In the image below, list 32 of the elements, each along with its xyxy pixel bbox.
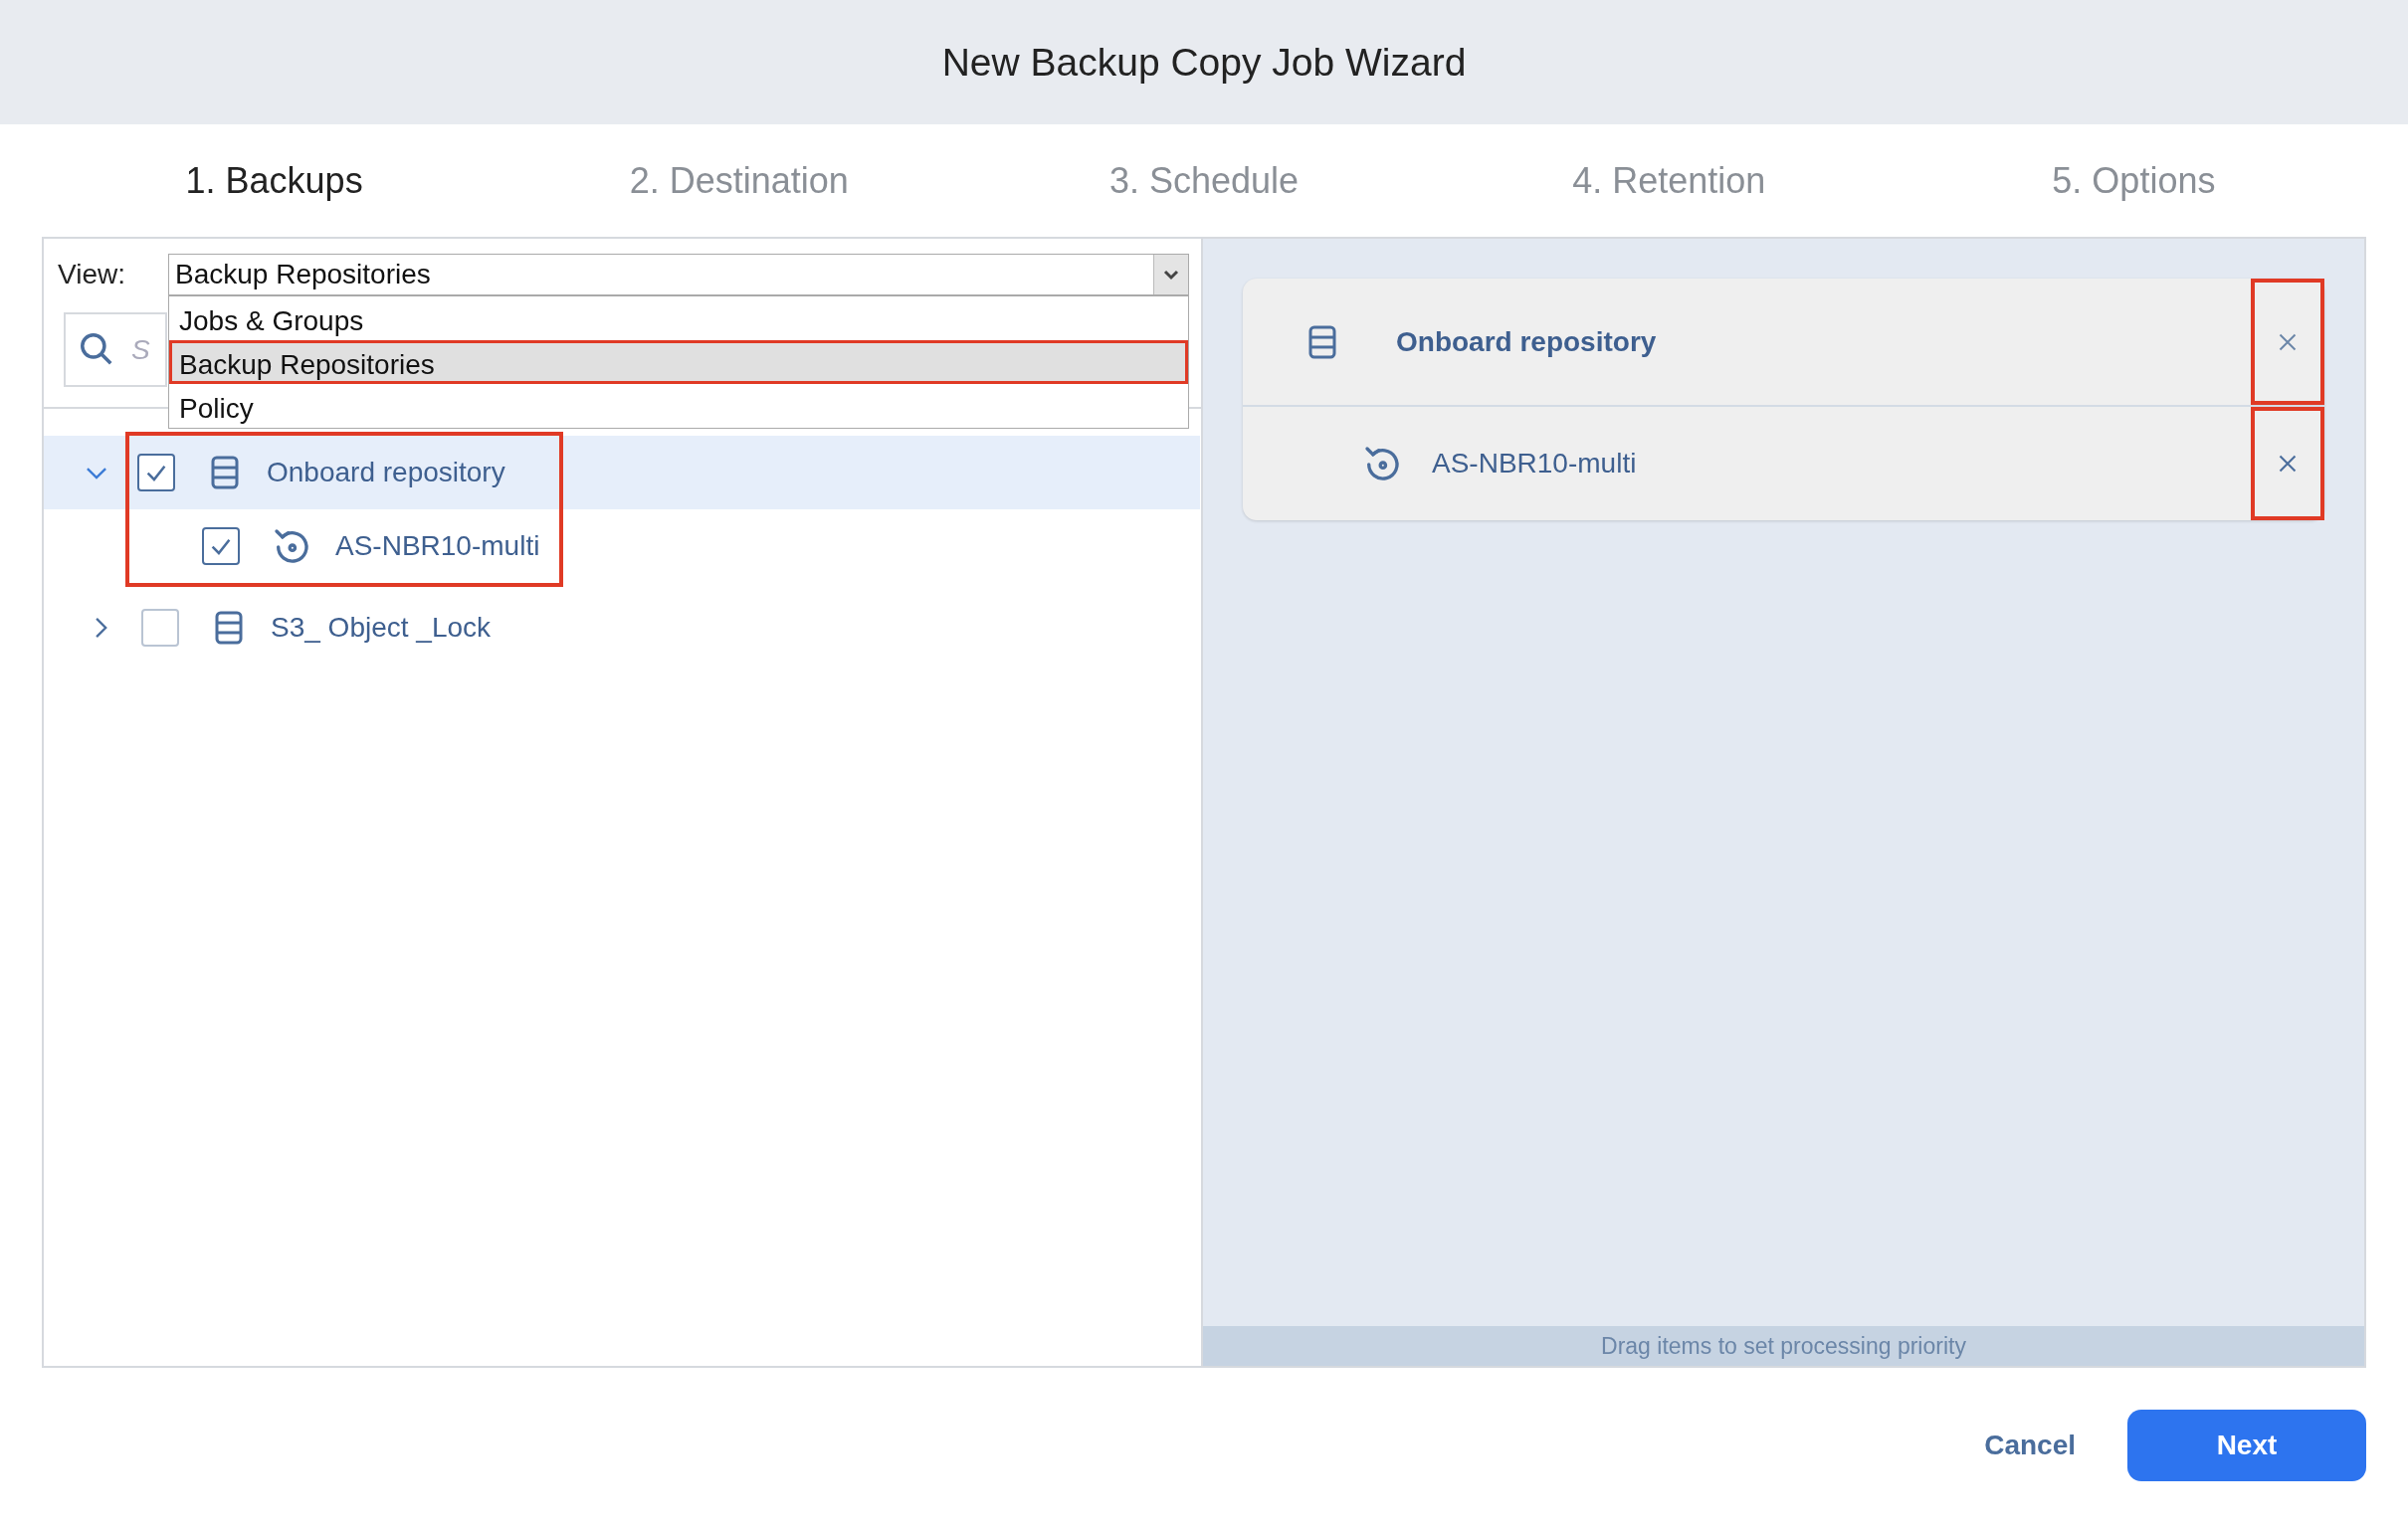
wizard-step-tab[interactable]: 4. Retention <box>1572 159 1766 202</box>
search-field[interactable]: S <box>64 312 167 387</box>
restore-disk-icon <box>1362 444 1402 483</box>
hint-text: Drag items to set processing priority <box>1203 1326 2364 1366</box>
tree-item-label: AS-NBR10-multi <box>335 530 540 562</box>
tree-item-label: Onboard repository <box>267 457 505 488</box>
dropdown-option[interactable]: Jobs & Groups <box>169 296 1188 340</box>
dropdown-option[interactable]: Backup Repositories <box>169 340 1188 384</box>
close-icon <box>2279 455 2297 473</box>
restore-disk-icon <box>272 526 311 566</box>
checkbox[interactable] <box>141 609 179 647</box>
close-button[interactable] <box>2251 407 2324 520</box>
close-icon <box>2279 332 2297 351</box>
cancel-button[interactable]: Cancel <box>1978 1429 2082 1462</box>
tree-row[interactable]: AS-NBR10-multi <box>44 509 1200 583</box>
wizard-step-tab[interactable]: 1. Backups <box>185 159 363 202</box>
window-title: New Backup Copy Job Wizard <box>941 40 1467 85</box>
wizard-step-tab[interactable]: 5. Options <box>2052 159 2216 202</box>
wizard-step-tab[interactable]: 2. Destination <box>629 159 849 202</box>
checkbox[interactable] <box>202 527 240 565</box>
next-button[interactable]: Next <box>2127 1410 2366 1481</box>
tree-row[interactable]: Onboard repository <box>44 436 1200 509</box>
view-dropdown[interactable]: Backup Repositories <box>168 254 1189 295</box>
selected-item-label: Onboard repository <box>1396 325 1658 358</box>
view-label: View: <box>58 259 126 290</box>
checkbox[interactable] <box>137 454 175 491</box>
close-button[interactable] <box>2251 279 2324 405</box>
dropdown-option[interactable]: Policy <box>169 384 1188 428</box>
wizard-step-tab[interactable]: 3. Schedule <box>1108 159 1300 202</box>
tree-row[interactable]: S3_ Object _Lock <box>48 591 1204 665</box>
selected-item-label: AS-NBR10-multi <box>1432 448 1638 479</box>
tree-item-label: S3_ Object _Lock <box>271 612 492 644</box>
